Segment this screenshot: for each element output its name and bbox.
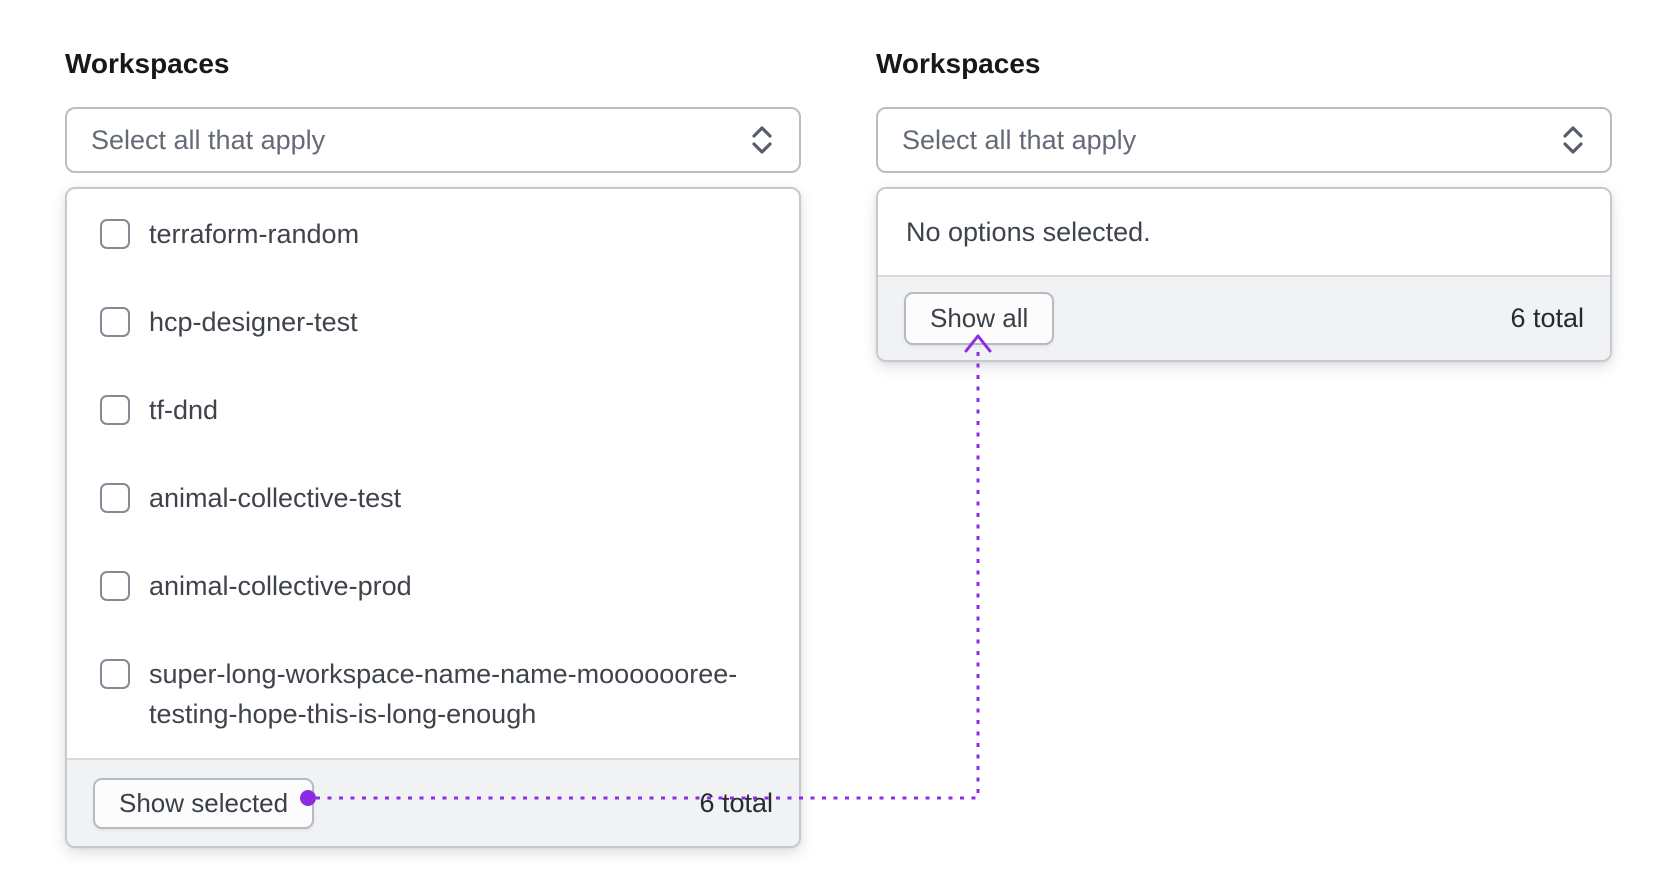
field-label: Workspaces	[876, 48, 1041, 79]
option-row[interactable]: animal-collective-prod	[67, 542, 799, 630]
total-count: 6 total	[1510, 303, 1584, 333]
total-count: 6 total	[699, 787, 773, 818]
option-row[interactable]: terraform-random	[67, 190, 799, 278]
option-label: animal-collective-prod	[149, 571, 412, 601]
option-row[interactable]: tf-dnd	[67, 366, 799, 454]
options-panel: No options selected. Show all 6 total	[876, 187, 1612, 362]
workspaces-multiselect-open: Workspaces Select all that apply terrafo…	[65, 48, 801, 848]
option-label: tf-dnd	[149, 395, 219, 425]
show-selected-button[interactable]: Show selected	[93, 777, 315, 829]
show-all-button[interactable]: Show all	[904, 292, 1055, 345]
select-toggle[interactable]: Select all that apply	[876, 107, 1612, 173]
option-row[interactable]: animal-collective-test	[67, 454, 799, 542]
checkbox-unchecked[interactable]	[100, 571, 130, 601]
checkbox-unchecked[interactable]	[100, 219, 130, 249]
select-toggle[interactable]: Select all that apply	[65, 107, 801, 173]
options-panel: terraform-random hcp-designer-test tf-dn…	[65, 187, 801, 848]
option-label: hcp-designer-test	[149, 307, 358, 337]
checkbox-unchecked[interactable]	[100, 483, 130, 513]
checkbox-unchecked[interactable]	[100, 307, 130, 337]
chevron-up-down-icon	[747, 123, 777, 157]
chevron-up-down-icon	[1558, 123, 1588, 157]
panel-footer: Show selected 6 total	[67, 758, 799, 846]
option-label: terraform-random	[149, 219, 360, 249]
option-label: animal-collective-test	[149, 483, 402, 513]
select-placeholder: Select all that apply	[902, 124, 1137, 155]
field-label: Workspaces	[65, 48, 230, 79]
option-list: terraform-random hcp-designer-test tf-dn…	[67, 189, 799, 758]
option-row[interactable]: hcp-designer-test	[67, 278, 799, 366]
checkbox-unchecked[interactable]	[100, 395, 130, 425]
select-placeholder: Select all that apply	[91, 124, 326, 155]
empty-state-message: No options selected.	[906, 216, 1151, 247]
option-label: super-long-workspace-name-name-moooooore…	[149, 659, 738, 729]
checkbox-unchecked[interactable]	[100, 659, 130, 689]
option-row[interactable]: super-long-workspace-name-name-moooooore…	[67, 630, 799, 758]
workspaces-multiselect-empty: Workspaces Select all that apply No opti…	[876, 48, 1612, 362]
panel-footer: Show all 6 total	[878, 275, 1610, 360]
